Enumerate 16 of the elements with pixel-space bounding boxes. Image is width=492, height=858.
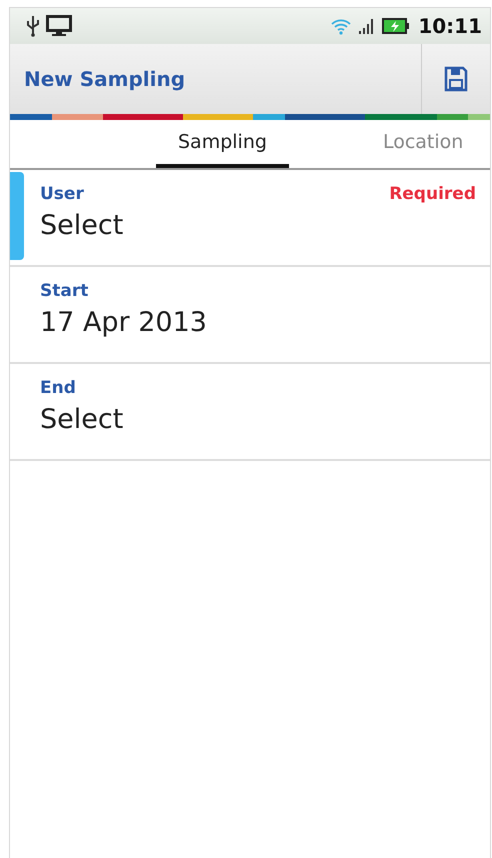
monitor-icon — [46, 15, 72, 37]
required-label: Required — [389, 184, 476, 204]
screen-title: New Sampling — [23, 67, 186, 91]
form-field[interactable]: User Required Select — [10, 170, 490, 267]
field-value: 17 Apr 2013 — [40, 307, 208, 338]
save-icon — [444, 66, 468, 92]
field-label: End — [40, 378, 76, 398]
field-value: Select — [40, 210, 124, 241]
battery-icon — [382, 17, 410, 35]
field-label: Start — [40, 281, 88, 301]
tab[interactable]: Location — [360, 120, 486, 168]
status-time: 10:11 — [418, 14, 482, 38]
field-label: User — [40, 184, 84, 204]
wifi-icon — [330, 17, 352, 35]
usb-icon — [26, 15, 40, 37]
field-value: Select — [40, 404, 124, 435]
